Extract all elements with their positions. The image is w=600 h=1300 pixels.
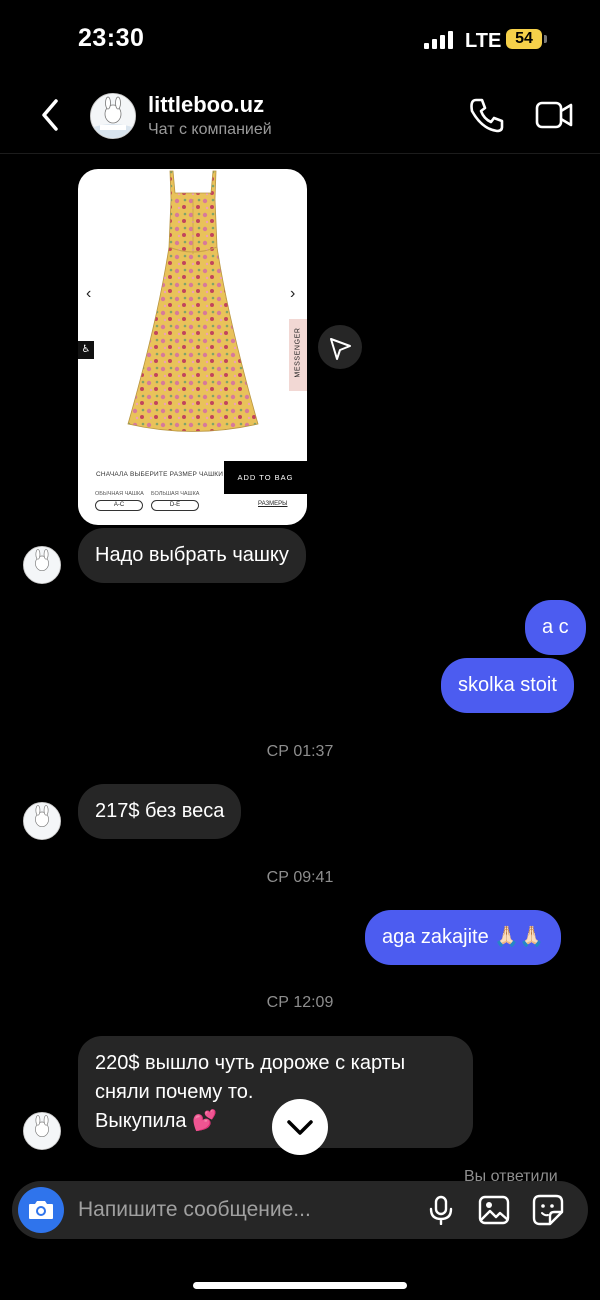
back-arrow-icon[interactable] bbox=[34, 95, 70, 135]
chat-title[interactable]: littleboo.uz bbox=[148, 92, 264, 118]
battery-tip bbox=[544, 35, 547, 43]
outgoing-message[interactable]: skolka stoit bbox=[441, 658, 574, 713]
scroll-down-button[interactable] bbox=[272, 1099, 328, 1155]
timestamp: СР 09:41 bbox=[266, 869, 334, 886]
outgoing-message[interactable]: aga zakajite 🙏🏻🙏🏻 bbox=[365, 910, 562, 965]
home-indicator[interactable] bbox=[193, 1282, 407, 1289]
sticker-icon[interactable] bbox=[532, 1194, 564, 1226]
phone-call-icon[interactable] bbox=[466, 95, 506, 135]
camera-icon[interactable] bbox=[18, 1187, 64, 1233]
messenger-tab-label: MESSENGER bbox=[294, 327, 302, 378]
cup-option-ac[interactable]: A-C bbox=[95, 500, 143, 511]
add-to-bag-button[interactable]: ADD TO BAG bbox=[224, 461, 307, 494]
cup-option-de[interactable]: D-E bbox=[151, 500, 199, 511]
dress-image bbox=[127, 170, 259, 432]
signal-icon bbox=[424, 31, 456, 49]
cup-caption-regular: ОБЫЧНАЯ ЧАШКА bbox=[95, 491, 144, 497]
sizes-link[interactable]: РАЗМЕРЫ bbox=[258, 501, 287, 507]
prev-image-arrow[interactable]: ‹ bbox=[86, 285, 91, 303]
timestamp: СР 01:37 bbox=[266, 743, 334, 760]
message-composer bbox=[12, 1181, 588, 1239]
microphone-icon[interactable] bbox=[426, 1195, 456, 1226]
header-avatar[interactable] bbox=[90, 93, 136, 139]
network-type: LTE bbox=[465, 30, 502, 52]
gallery-icon[interactable] bbox=[478, 1195, 510, 1225]
cup-caption-large: БОЛЬШАЯ ЧАШКА bbox=[151, 491, 200, 497]
incoming-message[interactable]: Надо выбрать чашку bbox=[78, 528, 306, 583]
video-call-icon[interactable] bbox=[534, 97, 574, 133]
status-time: 23:30 bbox=[78, 24, 145, 52]
header-divider bbox=[0, 153, 600, 154]
incoming-message[interactable]: 217$ без веса bbox=[78, 784, 242, 839]
sender-avatar[interactable] bbox=[23, 1112, 61, 1150]
message-input[interactable] bbox=[78, 1197, 358, 1223]
share-icon[interactable] bbox=[318, 325, 362, 369]
sender-avatar[interactable] bbox=[23, 802, 61, 840]
chat-subtitle: Чат с компанией bbox=[148, 121, 272, 138]
cup-prompt: СНАЧАЛА ВЫБЕРИТЕ РАЗМЕР ЧАШКИ bbox=[96, 471, 224, 478]
timestamp: СР 12:09 bbox=[266, 994, 334, 1011]
message-line: 220$ вышло чуть дороже с карты bbox=[95, 1052, 406, 1074]
battery-icon: 54 bbox=[506, 29, 542, 49]
next-image-arrow[interactable]: › bbox=[290, 285, 295, 303]
sender-avatar[interactable] bbox=[23, 546, 61, 584]
shared-product-card[interactable]: ‹ › ♿ MESSENGER СНАЧАЛА ВЫБЕРИТЕ РАЗМЕР … bbox=[78, 169, 307, 525]
outgoing-message[interactable]: а с bbox=[525, 600, 586, 655]
messenger-tab[interactable]: MESSENGER bbox=[289, 319, 307, 391]
accessibility-icon[interactable]: ♿ bbox=[78, 341, 94, 359]
